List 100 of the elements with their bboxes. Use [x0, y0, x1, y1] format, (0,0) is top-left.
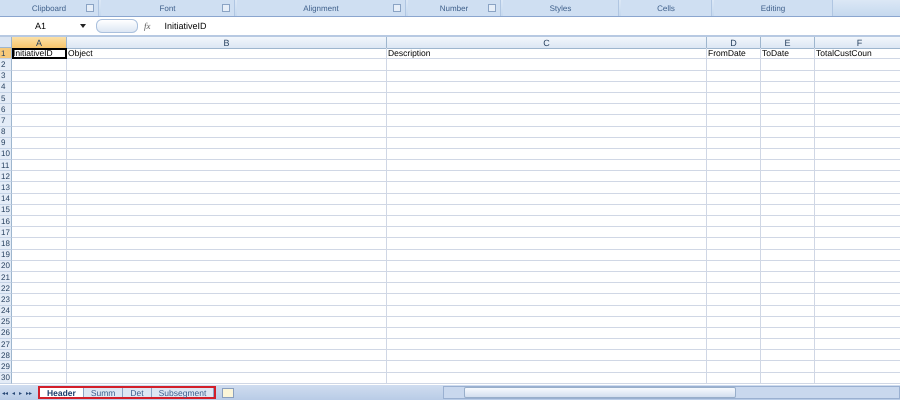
- table-cell: TotalCustCoun: [815, 48, 900, 60]
- row-header[interactable]: 23: [0, 294, 12, 306]
- table-cell: InitiativeID: [12, 48, 67, 60]
- row-header[interactable]: 25: [0, 316, 12, 328]
- table-cell: [707, 238, 761, 250]
- table-cell: [12, 182, 67, 194]
- row-header[interactable]: 12: [0, 171, 12, 182]
- table-cell: [707, 250, 761, 261]
- row-header[interactable]: 9: [0, 138, 12, 149]
- table-cell: [12, 372, 67, 384]
- table-cell: [761, 92, 815, 104]
- column-header[interactable]: F: [815, 37, 900, 49]
- table-cell: [707, 350, 761, 362]
- dialog-launcher-icon[interactable]: [488, 4, 496, 12]
- ribbon-group-label: Alignment: [303, 4, 339, 12]
- row-header[interactable]: 24: [0, 306, 12, 317]
- table-cell: [761, 160, 815, 172]
- row-header[interactable]: 11: [0, 160, 12, 172]
- row-header[interactable]: 14: [0, 194, 12, 205]
- table-cell: [761, 339, 815, 350]
- row-header[interactable]: 22: [0, 283, 12, 294]
- sheet-tab[interactable]: Subsegment: [152, 388, 214, 397]
- row-header[interactable]: 7: [0, 115, 12, 126]
- row-header[interactable]: 10: [0, 148, 12, 160]
- row-header[interactable]: 3: [0, 70, 12, 82]
- table-cell: [761, 272, 815, 284]
- column-header[interactable]: D: [707, 37, 761, 49]
- row-header[interactable]: 6: [0, 104, 12, 116]
- row-header[interactable]: 30: [0, 372, 12, 384]
- table-cell: [12, 350, 67, 362]
- row-header[interactable]: 29: [0, 361, 12, 373]
- new-sheet-icon[interactable]: [222, 388, 234, 398]
- dialog-launcher-icon[interactable]: [86, 4, 94, 12]
- table-cell: [12, 339, 67, 350]
- table-cell: Description: [387, 48, 707, 60]
- table-cell: [707, 339, 761, 350]
- row-header[interactable]: 1: [0, 48, 12, 60]
- row-header[interactable]: 13: [0, 182, 12, 194]
- table-cell: [761, 250, 815, 261]
- sheet-tab[interactable]: Header: [40, 388, 84, 397]
- row-header[interactable]: 2: [0, 59, 12, 71]
- table-cell: [12, 115, 67, 126]
- table-cell: [761, 82, 815, 93]
- name-box[interactable]: A1: [0, 21, 90, 31]
- row-header[interactable]: 19: [0, 250, 12, 261]
- table-cell: [707, 70, 761, 82]
- table-cell: [707, 104, 761, 116]
- sheet-tab[interactable]: Det: [123, 388, 152, 397]
- column-header[interactable]: E: [761, 37, 815, 49]
- column-header[interactable]: A: [12, 37, 67, 49]
- table-cell: [12, 361, 67, 373]
- formula-field[interactable]: InitiativeID: [164, 21, 207, 31]
- select-all-corner[interactable]: [0, 37, 12, 48]
- formula-controls: [96, 19, 138, 33]
- function-button[interactable]: fx: [144, 21, 150, 31]
- row-header[interactable]: 5: [0, 92, 12, 104]
- table-cell: [12, 82, 67, 93]
- row-header[interactable]: 4: [0, 82, 12, 93]
- column-header[interactable]: B: [67, 37, 387, 49]
- table-cell: [761, 148, 815, 160]
- row-header[interactable]: 28: [0, 350, 12, 362]
- sheet-tab[interactable]: Summ: [84, 388, 124, 397]
- scroll-thumb[interactable]: [464, 387, 736, 398]
- table-cell: [12, 160, 67, 172]
- table-cell: [12, 283, 67, 294]
- row-header[interactable]: 18: [0, 238, 12, 250]
- row-header[interactable]: 21: [0, 272, 12, 284]
- row-header[interactable]: 26: [0, 328, 12, 340]
- table-cell: [12, 316, 67, 328]
- table-cell: [707, 260, 761, 272]
- table-cell: [12, 294, 67, 306]
- table-cell: [12, 138, 67, 149]
- row-header[interactable]: 20: [0, 260, 12, 272]
- horizontal-scrollbar[interactable]: [443, 386, 900, 399]
- table-cell: [707, 227, 761, 238]
- table-cell: [12, 126, 67, 138]
- row-header[interactable]: 16: [0, 216, 12, 228]
- dialog-launcher-icon[interactable]: [222, 4, 230, 12]
- table-cell: [12, 171, 67, 182]
- table-cell: [761, 238, 815, 250]
- table-cell: [12, 238, 67, 250]
- row-header[interactable]: 8: [0, 126, 12, 138]
- table-cell: [761, 328, 815, 340]
- column-header[interactable]: C: [387, 37, 707, 49]
- table-cell: [12, 227, 67, 238]
- row-header[interactable]: 15: [0, 204, 12, 216]
- dialog-launcher-icon[interactable]: [393, 4, 401, 12]
- table-cell: [761, 372, 815, 384]
- ribbon-group-label: Number: [440, 4, 468, 12]
- table-cell: [761, 260, 815, 272]
- table-cell: [707, 306, 761, 317]
- table-cell: [761, 138, 815, 149]
- row-header[interactable]: 27: [0, 339, 12, 350]
- row-header[interactable]: 17: [0, 227, 12, 238]
- table-cell: [12, 104, 67, 116]
- table-cell: [761, 70, 815, 82]
- table-cell: [707, 82, 761, 93]
- table-cell: [761, 227, 815, 238]
- table-cell: [12, 59, 67, 71]
- ribbon-group-label: Clipboard: [32, 4, 66, 12]
